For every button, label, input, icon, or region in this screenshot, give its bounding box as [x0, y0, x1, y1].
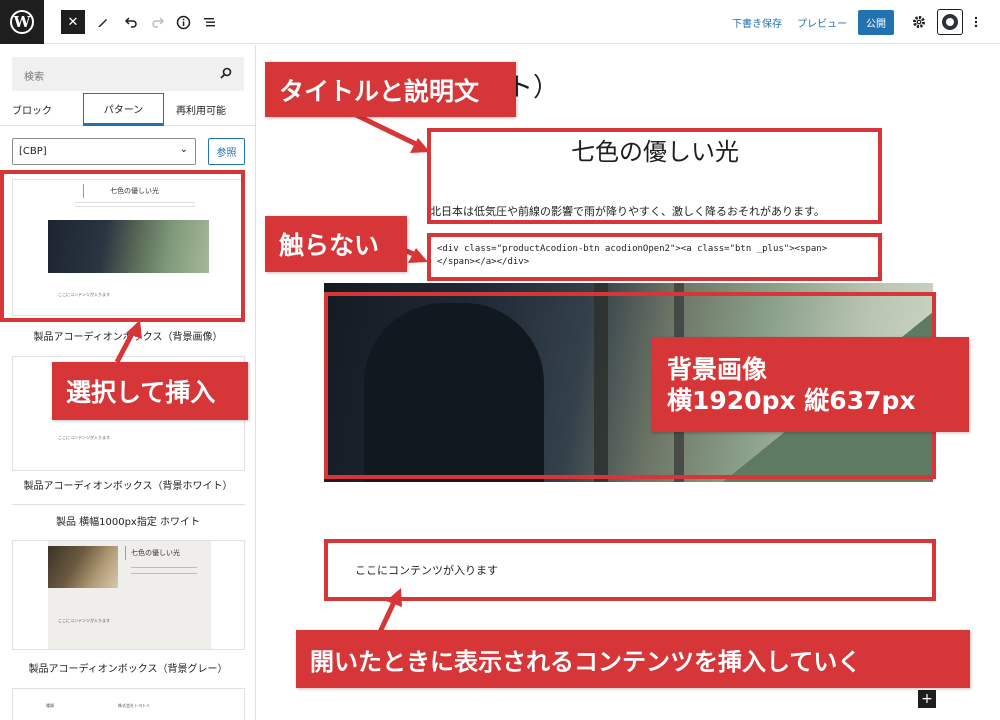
pattern-label: 製品 横幅1000px指定 ホワイト	[55, 517, 201, 528]
explore-button[interactable]: 参照	[208, 138, 245, 165]
publish-button[interactable]: 公開	[858, 10, 894, 35]
annotation-select-insert: 選択して挿入	[52, 362, 248, 420]
tab-patterns[interactable]: パターン	[83, 93, 164, 126]
search-input[interactable]: 検索	[12, 57, 244, 91]
undo-icon[interactable]	[119, 10, 143, 34]
annotation-insert-content: 開いたときに表示されるコンテンツを挿入していく	[296, 630, 970, 688]
pattern-preview-bg-gray[interactable]: 七色の優しい光 ここにコンテンツが入ります	[12, 540, 245, 650]
inserter-tabs: ブロック パターン 再利用可能	[0, 93, 255, 126]
pattern-category-select[interactable]: [CBP] ⌄	[12, 138, 196, 165]
pattern-thumbnail-photo	[48, 546, 118, 588]
list-view-icon[interactable]	[198, 10, 222, 34]
annotation-no-touch: 触らない	[265, 216, 407, 272]
save-draft-button[interactable]: 下書き保存	[732, 15, 782, 30]
close-inserter-button[interactable]: ✕	[61, 10, 85, 34]
info-icon[interactable]	[171, 10, 195, 34]
editor-toolbar: W ✕ 下書き保存 プレビュー 公開	[0, 0, 1000, 44]
add-block-button[interactable]: +	[918, 690, 936, 708]
annotation-box-pattern	[0, 170, 245, 322]
annotation-box-content	[324, 539, 936, 601]
annotation-box-code	[427, 233, 882, 281]
chevron-down-icon: ⌄	[179, 144, 188, 155]
gear-icon[interactable]	[907, 10, 931, 34]
annotation-box-title	[427, 128, 882, 224]
pattern-preview-width[interactable]	[12, 504, 245, 506]
wordpress-logo[interactable]: W	[0, 0, 44, 44]
pattern-label: 製品アコーディオンボックス（背景ホワイト）	[23, 481, 233, 492]
pattern-label: 製品アコーディオンボックス（背景画像）	[33, 332, 223, 343]
pattern-preview-table[interactable]: 種類 株式会社トヨトミ	[12, 688, 245, 720]
preview-button[interactable]: プレビュー	[797, 15, 847, 30]
annotation-bg-image: 背景画像 横1920px 縦637px	[651, 337, 969, 432]
redo-icon[interactable]	[146, 10, 170, 34]
pattern-label: 製品アコーディオンボックス（背景グレー）	[28, 664, 228, 675]
search-icon	[220, 67, 232, 79]
more-icon[interactable]	[964, 10, 988, 34]
pencil-icon[interactable]	[91, 10, 115, 34]
tab-reusable[interactable]: 再利用可能	[175, 93, 227, 126]
annotation-title-desc: タイトルと説明文	[265, 62, 516, 117]
plugin-icon[interactable]	[937, 9, 963, 35]
tab-blocks[interactable]: ブロック	[12, 93, 52, 126]
